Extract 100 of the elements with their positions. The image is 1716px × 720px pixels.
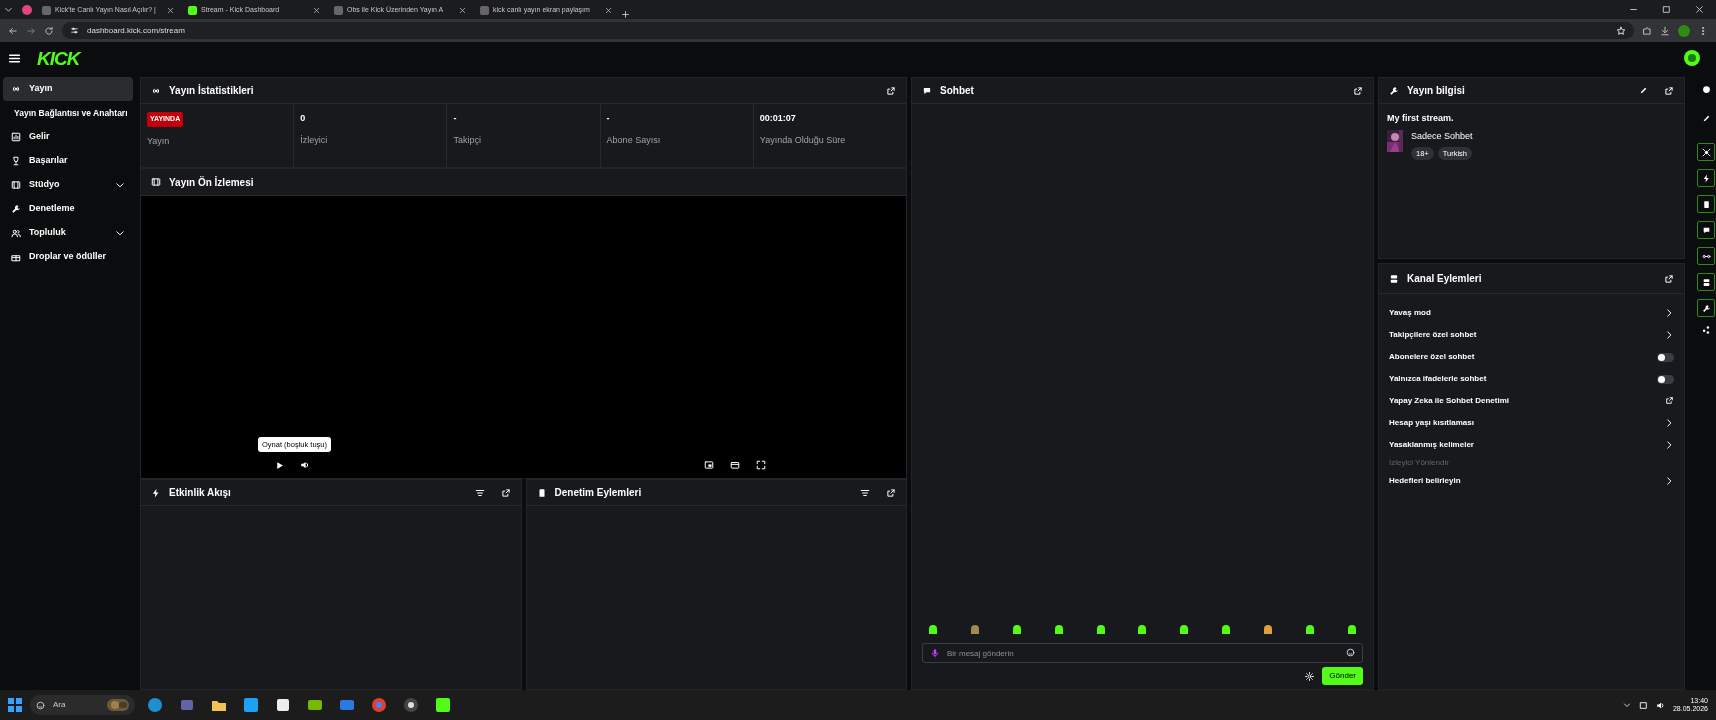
settings-icon[interactable] xyxy=(1305,671,1315,681)
windows-icon[interactable] xyxy=(8,698,22,712)
stat-value: 0 xyxy=(300,112,307,125)
action-label[interactable]: Hedefleri belirleyin xyxy=(1389,475,1461,487)
edit-icon[interactable] xyxy=(1701,114,1711,123)
user-avatar[interactable] xyxy=(1684,50,1700,66)
panel-toggle-button[interactable] xyxy=(1697,143,1715,161)
panel-toggle-button[interactable] xyxy=(1697,221,1715,239)
panel-toggle-button[interactable] xyxy=(1697,169,1715,187)
close-icon[interactable] xyxy=(1695,5,1704,14)
edit-icon[interactable] xyxy=(1639,86,1648,95)
message-field[interactable]: Bir mesaj gönderin xyxy=(922,643,1363,663)
record-icon[interactable] xyxy=(403,697,419,713)
emote-icon[interactable] xyxy=(1053,625,1064,635)
address-bar[interactable]: dashboard.kick.com/stream xyxy=(62,22,1634,39)
emoji-icon[interactable] xyxy=(1346,648,1355,657)
emote-icon[interactable] xyxy=(1095,625,1106,635)
lightning-icon xyxy=(151,487,161,498)
toggle-switch[interactable] xyxy=(1657,374,1674,384)
kick-logo[interactable]: KICK xyxy=(37,48,80,68)
sidebar-item[interactable]: Denetleme xyxy=(3,197,133,221)
close-icon[interactable] xyxy=(459,7,466,14)
tab-list-icon[interactable] xyxy=(4,5,13,14)
gift-icon xyxy=(11,252,21,262)
panel-toggle-button[interactable] xyxy=(1697,247,1715,265)
panel-toggle-button[interactable] xyxy=(1697,299,1715,317)
emote-icon[interactable] xyxy=(1179,625,1190,635)
forward-icon[interactable] xyxy=(26,25,36,36)
close-icon[interactable] xyxy=(605,7,612,14)
popout-icon[interactable] xyxy=(1664,85,1674,96)
wrench-icon xyxy=(1701,303,1711,313)
pinned-tab-icon[interactable] xyxy=(21,3,33,16)
play-icon[interactable] xyxy=(275,460,284,470)
microphone-icon[interactable] xyxy=(930,648,940,658)
broadcast-icon xyxy=(11,84,21,94)
send-button[interactable]: Gönder xyxy=(1322,667,1363,685)
download-icon[interactable] xyxy=(1660,25,1670,36)
new-tab-icon[interactable] xyxy=(621,10,630,19)
action-label[interactable]: Abonelere özel sohbet xyxy=(1389,351,1475,363)
external-link-icon[interactable] xyxy=(1665,396,1674,406)
filter-icon[interactable] xyxy=(474,487,485,498)
chevron-right-icon[interactable] xyxy=(1664,307,1674,318)
chevron-right-icon[interactable] xyxy=(1664,439,1674,450)
film-icon xyxy=(11,180,21,190)
chevron-right-icon[interactable] xyxy=(1664,475,1674,486)
popout-icon[interactable] xyxy=(1664,273,1674,284)
stat-value: - xyxy=(453,112,458,125)
sidebar-item[interactable]: Stüdyo xyxy=(3,173,133,197)
stream-title: My first stream. xyxy=(1387,112,1455,125)
theater-mode-icon[interactable] xyxy=(730,460,740,470)
category-name[interactable]: Sadece Sohbet xyxy=(1411,129,1473,143)
action-label[interactable]: Yapay Zeka ile Sohbet Denetimi xyxy=(1389,395,1510,407)
filter-icon[interactable] xyxy=(860,487,870,498)
maximize-icon[interactable] xyxy=(1662,5,1671,14)
picture-in-picture-icon[interactable] xyxy=(704,460,714,470)
volume-icon[interactable] xyxy=(300,460,310,470)
action-label[interactable]: Yalnızca ifadelerle sohbet xyxy=(1389,373,1487,385)
close-icon[interactable] xyxy=(313,7,320,14)
popout-icon[interactable] xyxy=(886,487,896,498)
emote-icon[interactable] xyxy=(1305,625,1315,635)
toggle-switch[interactable] xyxy=(1657,352,1674,362)
emote-icon[interactable] xyxy=(1221,625,1232,635)
sidebar-item[interactable]: Droplar ve ödüller xyxy=(3,245,133,269)
chart-icon xyxy=(11,132,21,142)
emote-icon[interactable] xyxy=(1346,625,1357,635)
reload-icon[interactable] xyxy=(44,25,54,36)
sidebar-item[interactable]: Yayın xyxy=(3,77,133,101)
sidebar-item[interactable]: Topluluk xyxy=(3,221,133,245)
action-label[interactable]: Yavaş mod xyxy=(1389,307,1431,319)
share-icon[interactable] xyxy=(1701,325,1711,335)
bookmark-icon[interactable] xyxy=(1616,25,1626,36)
sidebar-item[interactable]: Yayın Bağlantısı ve Anahtarı xyxy=(0,101,136,125)
volume-icon[interactable] xyxy=(1655,700,1665,710)
profile-avatar[interactable] xyxy=(1678,24,1690,37)
popout-icon[interactable] xyxy=(1353,85,1363,96)
chevron-right-icon[interactable] xyxy=(1664,329,1674,340)
info-icon[interactable] xyxy=(1701,85,1711,94)
lightning-icon xyxy=(1701,173,1711,183)
chevron-right-icon[interactable] xyxy=(1664,417,1674,428)
popout-icon[interactable] xyxy=(500,487,511,498)
site-info-icon[interactable] xyxy=(70,26,79,35)
close-icon[interactable] xyxy=(167,7,174,14)
fullscreen-icon[interactable] xyxy=(756,460,766,470)
emote-icon[interactable] xyxy=(928,625,938,635)
sidebar-item[interactable]: Gelir xyxy=(3,125,133,149)
emote-icon[interactable] xyxy=(969,625,980,635)
panel-toggle-button[interactable] xyxy=(1697,273,1715,291)
back-icon[interactable] xyxy=(8,25,18,36)
panel-toggle-button[interactable] xyxy=(1697,195,1715,213)
search-field[interactable]: Ara xyxy=(30,695,135,715)
panel-title: Yayın bilgisi xyxy=(1407,84,1465,98)
emote-icon[interactable] xyxy=(1137,625,1148,635)
emote-icon[interactable] xyxy=(1263,625,1274,635)
action-label[interactable]: Takipçilere özel sohbet xyxy=(1389,329,1477,341)
popout-icon[interactable] xyxy=(886,85,896,96)
stat-value: 00:01:07 xyxy=(759,112,797,125)
emote-icon[interactable] xyxy=(1011,625,1022,635)
action-label[interactable]: Yasaklanmış kelimeler xyxy=(1389,439,1474,451)
action-label[interactable]: Hesap yaşı kısıtlaması xyxy=(1389,417,1474,429)
sidebar-item[interactable]: Başarılar xyxy=(3,149,133,173)
